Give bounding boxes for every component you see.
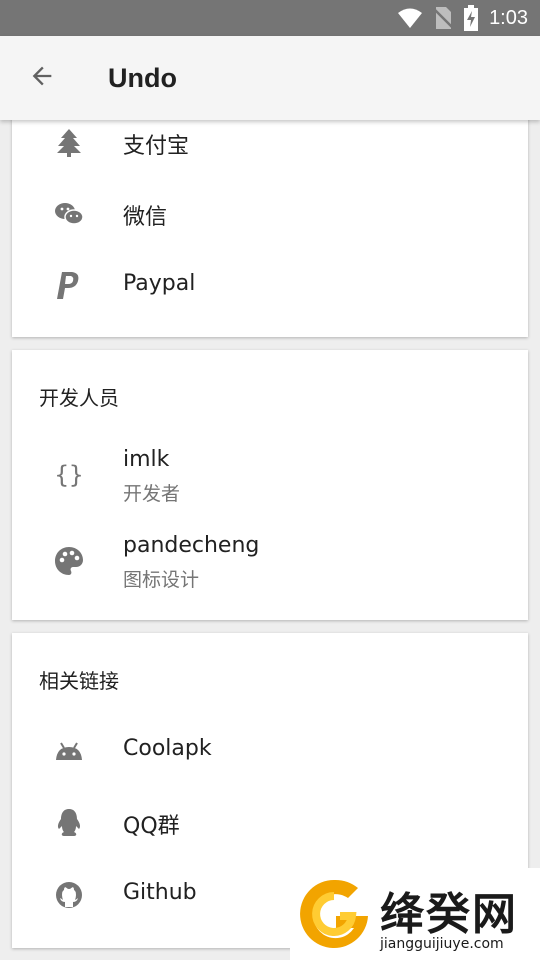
svg-text:{}: {} (55, 461, 83, 489)
donate-alipay-label: 支付宝 (123, 134, 190, 159)
status-bar: 1:03 (0, 0, 540, 36)
link-qq-label: QQ群 (123, 814, 180, 839)
wifi-icon (397, 7, 423, 29)
watermark: 绛癸网 jiangguijiuye.com (290, 868, 540, 960)
github-icon (52, 878, 86, 912)
page-title: Undo (108, 63, 177, 93)
developer-imlk-item[interactable]: {} imlk 开发者 (12, 445, 528, 511)
watermark-name: 绛癸网 (380, 889, 518, 940)
tree-icon (52, 126, 86, 160)
donate-paypal-label: Paypal (123, 271, 196, 296)
link-github-label: Github (123, 880, 197, 905)
developer-imlk-role: 开发者 (123, 483, 181, 505)
developer-pandecheng-role: 图标设计 (123, 569, 200, 591)
developer-imlk-name: imlk (123, 447, 170, 472)
code-braces-icon: {} (52, 458, 86, 492)
developer-pandecheng-name: pandecheng (123, 533, 260, 558)
paypal-icon (52, 269, 86, 303)
donate-wechat-label: 微信 (123, 205, 168, 230)
donate-card: 支付宝 微信 Paypal (12, 100, 528, 337)
links-section-title: 相关链接 (39, 669, 119, 693)
donate-paypal-item[interactable]: Paypal (12, 265, 528, 309)
android-icon (52, 734, 86, 768)
qq-icon (52, 806, 86, 840)
status-icons: 1:03 (397, 0, 528, 36)
no-sim-icon (433, 6, 453, 30)
app-bar: Undo (0, 36, 540, 120)
back-button[interactable] (22, 58, 62, 98)
arrow-back-icon (28, 62, 56, 94)
link-qq-item[interactable]: QQ群 (12, 802, 528, 846)
wechat-icon (52, 197, 86, 231)
developers-section-title: 开发人员 (39, 386, 119, 410)
developers-card: 开发人员 {} imlk 开发者 pandecheng 图标设计 (12, 350, 528, 620)
link-coolapk-item[interactable]: Coolapk (12, 730, 528, 774)
developer-pandecheng-item[interactable]: pandecheng 图标设计 (12, 531, 528, 597)
watermark-url: jiangguijiuye.com (380, 936, 504, 952)
donate-alipay-item[interactable]: 支付宝 (12, 122, 528, 166)
watermark-logo-icon (296, 876, 372, 956)
status-time: 1:03 (489, 6, 528, 29)
palette-icon (52, 544, 86, 578)
battery-charging-icon (463, 5, 479, 31)
link-coolapk-label: Coolapk (123, 736, 212, 761)
donate-wechat-item[interactable]: 微信 (12, 193, 528, 237)
